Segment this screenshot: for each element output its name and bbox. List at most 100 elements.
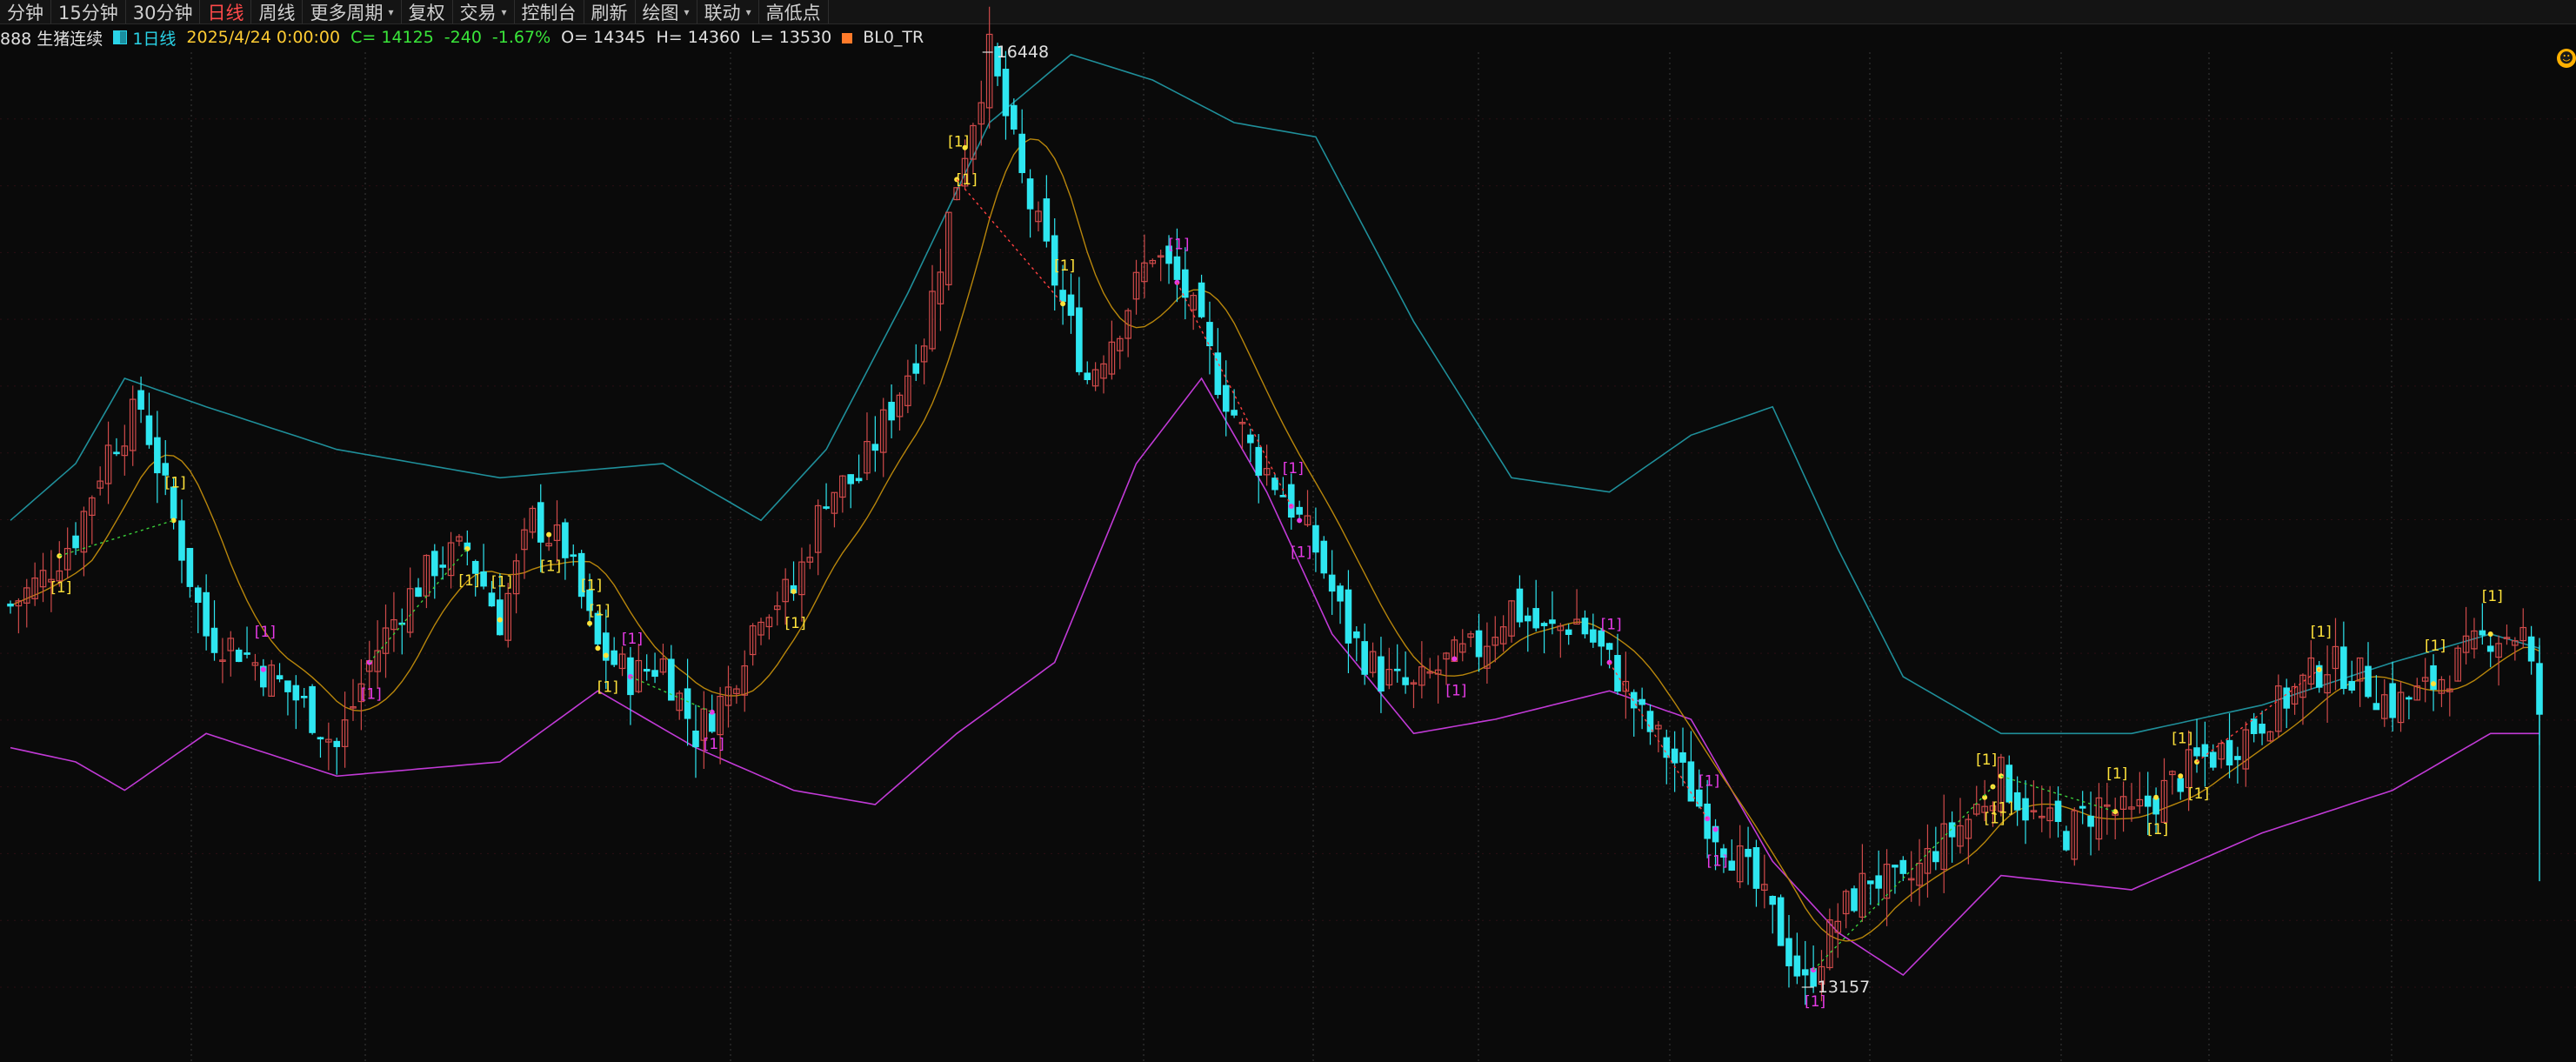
candle-body [1875,875,1882,889]
candle-body [2372,703,2380,711]
candle-body [2013,791,2021,811]
candle-body [2340,646,2347,690]
candle-body [1255,446,1263,476]
signal-label: [1] [581,578,602,595]
candle-body [1271,478,1278,491]
candle-body [1866,880,1874,885]
signal-dot [2487,631,2493,637]
candle-body [186,547,194,587]
signal-dot [546,531,552,538]
candle-body [1198,282,1205,317]
candle-body [203,591,210,637]
candle-body [1475,630,1483,658]
candle-body [2486,645,2494,652]
candle-body [1540,623,1548,626]
candle-body [1393,668,1401,671]
candle-body [1337,585,1344,602]
candle-body [317,737,324,740]
candle-body [1679,751,1686,763]
candle-body [2079,805,2086,809]
candle-body [847,474,855,484]
signal-dot [2153,794,2159,800]
signal-label: [1] [2188,785,2209,803]
candle-body [1353,631,1360,638]
candle-body [871,444,879,451]
signal-label: [1] [2311,624,2332,641]
candlestick-chart[interactable]: 1644813157[1][1][1][1][1] [1][1][1][1][1]… [0,0,2576,1062]
candle-body [1565,629,1572,635]
signal-label: [1] [2106,765,2127,783]
signal-label: [1] [491,574,512,591]
candle-body [1605,643,1613,651]
candle-body [145,415,153,445]
smiley-icon[interactable]: ☻ [2557,49,2576,68]
candle-body [2226,739,2233,766]
candle-body [2005,765,2013,803]
candle-body [570,554,577,558]
candle-body [912,363,920,374]
candle-body [1067,294,1075,317]
candle-body [2406,697,2412,700]
candle-body [480,571,487,587]
candle-body [2209,751,2217,768]
signal-label: [1] [2147,821,2168,838]
candle-body [1328,574,1336,592]
candle-body [684,688,691,719]
candle-body [1076,307,1083,372]
candle-body [162,463,170,476]
signal-label: [1] [1698,772,1719,790]
candle-body [1378,656,1385,692]
candle-body [1173,256,1181,280]
candle-body [1851,888,1858,912]
candle-body [1671,748,1678,764]
candle-body [1361,641,1368,675]
candle-body [1769,895,1777,905]
high-marker-label: 16448 [997,43,1049,62]
candle-body [1231,410,1238,416]
candle-body [210,627,218,653]
candle-body [855,478,863,482]
signal-label: [1] [1707,853,1728,871]
signal-dot [497,617,503,623]
signal-label: [1] [1291,544,1311,561]
candle-body [1084,372,1091,380]
candle-body [1296,506,1303,515]
candle-body [430,551,438,577]
candle-body [2054,800,2062,823]
candle-body [537,502,544,543]
signal-label: [1] [1805,993,1825,1011]
candle-body [611,650,617,665]
signal-label: [1] [1283,460,1304,478]
candle-body [1026,178,1034,210]
signal-dot [962,144,968,150]
candle-body [137,390,144,411]
candle-body [1777,897,1785,946]
candle-body [194,587,202,603]
candle-body [415,587,422,598]
candle-body [1532,608,1539,629]
candle-body [2063,831,2070,851]
candle-body [1402,677,1409,685]
signal-label: [1] [597,678,618,696]
candle-body [2152,798,2159,815]
signal-dot [791,588,797,594]
signal-connector [1812,786,1993,971]
signal-label: [1] [2425,638,2446,655]
candle-body [692,730,699,748]
signal-label: [1] [2172,730,2192,747]
signal-connector [369,548,468,664]
candle-body [1059,290,1066,303]
signal-dot [1712,826,1718,832]
signal-label: [1] [361,686,382,704]
signal-label: [1] [1445,683,1466,700]
candle-body [244,652,250,655]
candle-body [2193,747,2200,757]
candle-body [1728,860,1736,871]
candle-body [1745,848,1752,858]
candle-body [1043,198,1051,242]
signal-label: [1] [1992,799,2013,817]
candle-body [2177,778,2185,792]
signal-label: [1] [2482,588,2503,605]
candle-body [300,696,308,698]
candle-body [1581,618,1589,635]
